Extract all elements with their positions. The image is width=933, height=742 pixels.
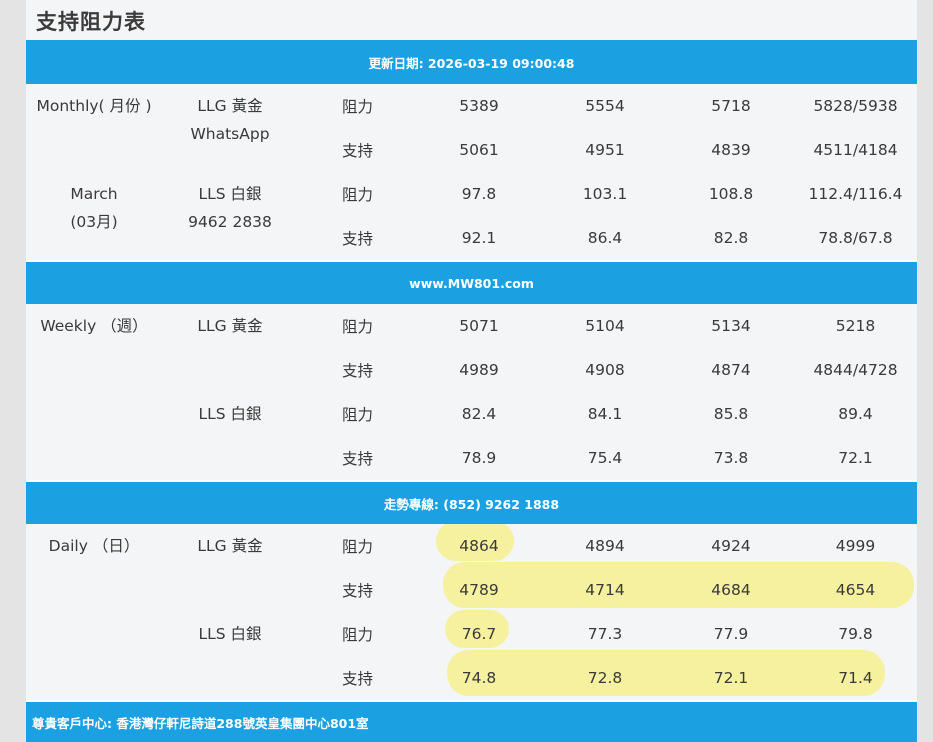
value-cell: 76.7: [461, 625, 497, 643]
row-kind: 支持: [342, 582, 374, 600]
row-kind: 支持: [342, 230, 374, 248]
value-cell: 5218: [835, 317, 876, 335]
value-cell: 82.8: [713, 229, 749, 247]
row-kind: 支持: [342, 450, 374, 468]
site-banner: www.MW801.com: [26, 260, 917, 304]
value-cell: 73.8: [713, 449, 749, 467]
row-kind: 支持: [342, 362, 374, 380]
value-cell: 4908: [585, 361, 625, 379]
value-cell: 4511/4184: [813, 141, 898, 159]
value-cell: 4714: [585, 581, 625, 599]
update-date: 更新日期: 2026-03-19 09:00:48: [26, 40, 917, 84]
value-cell: 86.4: [587, 229, 623, 247]
site-url: www.MW801.com: [26, 260, 917, 304]
value-cell: 72.1: [838, 449, 873, 467]
value-cell: 74.8: [461, 669, 497, 687]
value-cell: 4654: [835, 581, 876, 599]
value-cell: 4684: [711, 581, 751, 599]
value-cell: 72.8: [587, 669, 623, 687]
value-cell: 4789: [459, 581, 499, 599]
value-cell: 78.9: [461, 449, 497, 467]
address-text: 尊貴客戶中心: 香港灣仔軒尼詩道288號英皇集團中心801室: [26, 700, 917, 742]
row-kind: 阻力: [342, 98, 374, 116]
month-label: March: [70, 185, 118, 203]
value-cell: 5134: [711, 317, 751, 335]
value-cell: 108.8: [708, 185, 754, 203]
row-kind: 阻力: [342, 626, 374, 644]
value-cell: 72.1: [713, 669, 749, 687]
hotline-text: 走勢專線: (852) 9262 1888: [26, 480, 917, 524]
row-kind: 阻力: [342, 538, 374, 556]
period-daily: Daily （日）: [48, 537, 140, 555]
value-cell: 5389: [459, 97, 499, 115]
table-row: LLS 白銀 阻力 76.7 77.3 77.9 79.8: [26, 612, 917, 656]
hotline-banner: 走勢專線: (852) 9262 1888: [26, 480, 917, 524]
value-cell: 85.8: [713, 405, 749, 423]
page-title: 支持阻力表: [36, 10, 146, 34]
update-banner: 更新日期: 2026-03-19 09:00:48: [26, 40, 917, 84]
value-cell: 5828/5938: [813, 97, 898, 115]
value-cell: 5104: [585, 317, 625, 335]
value-cell: 82.4: [461, 405, 497, 423]
value-cell: 92.1: [461, 229, 497, 247]
table-row: Monthly( 月份 ) LLG 黃金 WhatsApp 阻力 5389 55…: [26, 84, 917, 143]
value-cell: 4999: [835, 537, 876, 555]
value-cell: 4839: [711, 141, 751, 159]
gold-label: LLG 黃金: [197, 97, 263, 115]
value-cell: 77.3: [587, 625, 623, 643]
value-cell: 5071: [459, 317, 499, 335]
row-kind: 支持: [342, 670, 374, 688]
value-cell: 4874: [711, 361, 751, 379]
value-cell: 4864: [459, 537, 499, 555]
silver-label: LLS 白銀: [198, 625, 262, 643]
value-cell: 4844/4728: [813, 361, 898, 379]
value-cell: 71.4: [838, 669, 873, 687]
table-row: Daily （日） LLG 黃金 阻力 4864 4894 4924 4999: [26, 524, 917, 568]
value-cell: 4989: [459, 361, 499, 379]
value-cell: 79.8: [838, 625, 873, 643]
row-kind: 阻力: [342, 186, 374, 204]
phone-number: 9462 2838: [188, 213, 272, 231]
period-empty: [26, 612, 162, 701]
gold-label: LLG 黃金: [197, 537, 263, 555]
period-weekly: Weekly （週）: [40, 317, 148, 335]
silver-label: LLS 白銀: [198, 405, 262, 423]
period-monthly: Monthly( 月份 ): [26, 84, 162, 172]
support-resistance-table: 更新日期: 2026-03-19 09:00:48 Monthly( 月份 ) …: [26, 40, 917, 742]
row-kind: 支持: [342, 142, 374, 160]
value-cell: 112.4/116.4: [808, 185, 903, 203]
value-cell: 4951: [585, 141, 625, 159]
row-kind: 阻力: [342, 318, 374, 336]
table-row: Weekly （週） LLG 黃金 阻力 5071 5104 5134 5218: [26, 304, 917, 348]
value-cell: 4894: [585, 537, 625, 555]
gold-label-cell: LLG 黃金 WhatsApp: [162, 84, 298, 172]
whatsapp-label: WhatsApp: [190, 125, 270, 143]
period-label: Monthly( 月份 ): [36, 97, 152, 115]
period-empty: [26, 392, 162, 481]
period-month-name: March (03月): [26, 172, 162, 261]
row-kind: 阻力: [342, 406, 374, 424]
value-cell: 103.1: [582, 185, 628, 203]
gold-label: LLG 黃金: [197, 317, 263, 335]
value-cell: 77.9: [713, 625, 749, 643]
value-cell: 5554: [585, 97, 625, 115]
value-cell: 84.1: [587, 405, 623, 423]
table-row: March (03月) LLS 白銀 9462 2838 阻力 97.8 103…: [26, 172, 917, 231]
value-cell: 78.8/67.8: [818, 229, 893, 247]
value-cell: 89.4: [838, 405, 873, 423]
value-cell: 5061: [459, 141, 499, 159]
value-cell: 5718: [711, 97, 751, 115]
value-cell: 75.4: [587, 449, 623, 467]
value-cell: 4924: [711, 537, 751, 555]
silver-label-cell: LLS 白銀 9462 2838: [162, 172, 298, 261]
value-cell: 97.8: [461, 185, 497, 203]
month-number: (03月): [70, 213, 118, 231]
table-row: LLS 白銀 阻力 82.4 84.1 85.8 89.4: [26, 392, 917, 436]
address-banner: 尊貴客戶中心: 香港灣仔軒尼詩道288號英皇集團中心801室: [26, 700, 917, 742]
silver-label: LLS 白銀: [198, 185, 262, 203]
